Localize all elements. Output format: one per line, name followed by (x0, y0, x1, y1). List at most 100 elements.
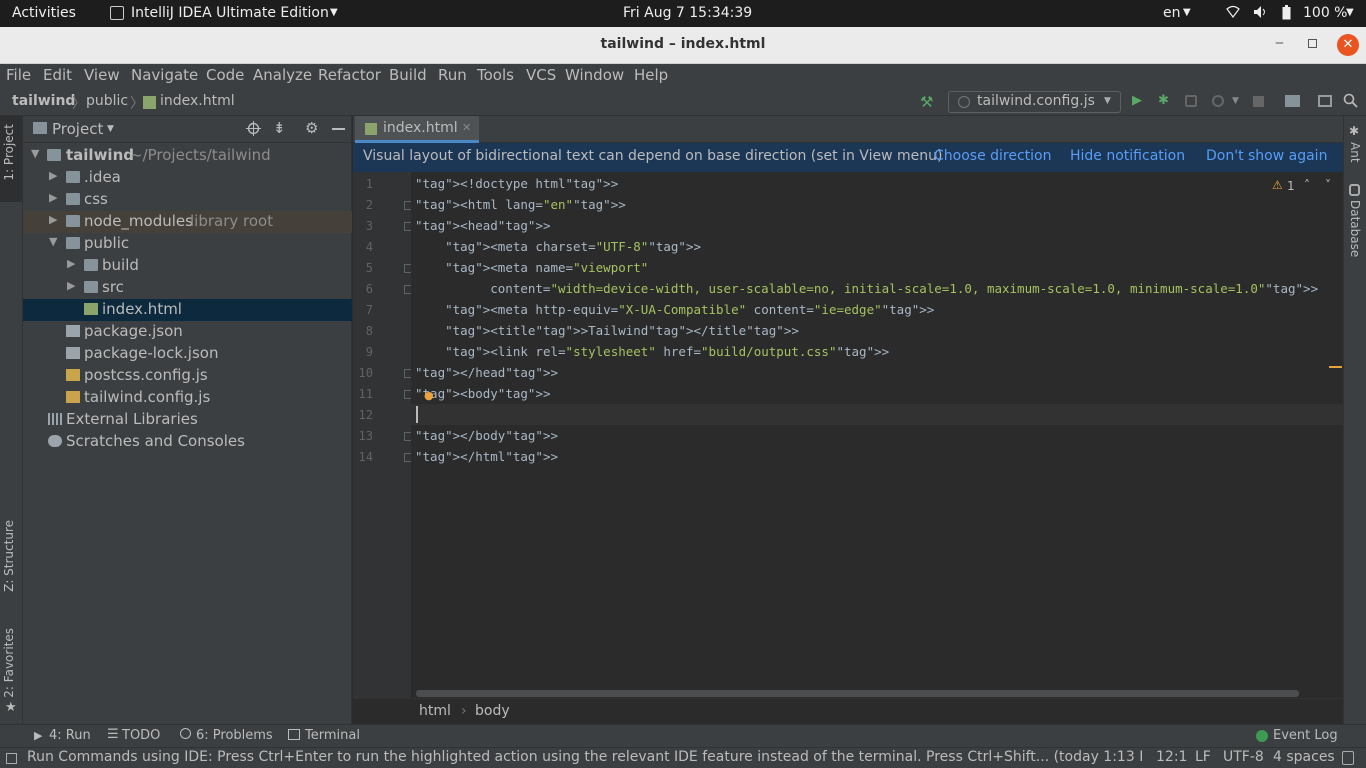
gear-icon[interactable]: ⚙ (305, 119, 318, 137)
dont-show-again-link[interactable]: Don't show again (1206, 148, 1327, 164)
choose-direction-link[interactable]: Choose direction (934, 148, 1052, 164)
project-panel-title[interactable]: Project (52, 120, 103, 138)
line-number: 14 (358, 450, 373, 464)
close-tab-icon[interactable]: ✕ (462, 121, 471, 134)
terminal-tool-button[interactable]: Terminal (305, 728, 360, 743)
locate-icon[interactable] (246, 121, 261, 136)
menu-build[interactable]: Build (389, 66, 427, 84)
language-indicator[interactable]: en (1163, 5, 1181, 21)
menu-refactor[interactable]: Refactor (318, 66, 381, 84)
stop-icon[interactable] (1253, 96, 1264, 107)
menu-navigate[interactable]: Navigate (131, 66, 198, 84)
run-icon[interactable]: ▶ (1132, 93, 1142, 108)
ant-tool-tab[interactable]: Ant (1348, 142, 1362, 163)
crumb-body[interactable]: body (475, 703, 510, 719)
tree-item-package-lock-json[interactable]: package-lock.json (23, 343, 352, 365)
battery-icon[interactable] (1282, 5, 1291, 20)
minimize-icon[interactable]: ‒ (1275, 35, 1284, 51)
chevron-down-icon[interactable]: ▼ (330, 7, 338, 18)
tab-index-html[interactable]: index.html ✕ (355, 116, 479, 143)
profile-icon[interactable] (1212, 95, 1224, 107)
line-separator[interactable]: LF (1195, 749, 1211, 765)
tree-item-idea[interactable]: ▶ .idea (23, 167, 352, 189)
status-message[interactable]: Run Commands using IDE: Press Ctrl+Enter… (27, 749, 1142, 765)
module-folder-icon (47, 149, 61, 161)
network-icon[interactable] (1226, 5, 1240, 19)
menu-window[interactable]: Window (565, 66, 624, 84)
close-icon[interactable]: ✕ (1337, 34, 1359, 56)
tree-item-scratches[interactable]: Scratches and Consoles (23, 431, 352, 453)
breadcrumb-folder[interactable]: public (86, 93, 128, 109)
battery-percent[interactable]: 100 % (1303, 5, 1347, 21)
project-tool-tab[interactable]: 1: Project (0, 116, 22, 202)
volume-icon[interactable] (1253, 5, 1269, 19)
menu-vcs[interactable]: VCS (526, 66, 556, 84)
indent-setting[interactable]: 4 spaces (1273, 749, 1335, 765)
menu-view[interactable]: View (84, 66, 120, 84)
previous-highlight-icon[interactable]: ˄ (1304, 178, 1310, 192)
tree-item-external-libraries[interactable]: External Libraries (23, 409, 352, 431)
database-tool-tab[interactable]: Database (1348, 200, 1362, 257)
tree-item-label: index.html (102, 300, 182, 318)
problems-tool-button[interactable]: 6: Problems (196, 728, 273, 743)
panel-toggle-icon[interactable] (6, 753, 17, 764)
clock[interactable]: Fri Aug 7 15:34:39 (623, 5, 752, 21)
editor-gutter: 1 2 3 4 5 6 7 8 9 10 11 12 13 14 (353, 172, 413, 698)
breadcrumb-project[interactable]: tailwind (12, 93, 75, 109)
tree-item-package-json[interactable]: package.json (23, 321, 352, 343)
project-structure-icon[interactable] (1285, 95, 1300, 107)
menu-run[interactable]: Run (438, 66, 467, 84)
tree-item-build[interactable]: ▶ build (23, 255, 352, 277)
event-log-button[interactable]: Event Log (1273, 728, 1338, 743)
hide-notification-link[interactable]: Hide notification (1070, 148, 1185, 164)
tree-item-tailwind-config[interactable]: tailwind.config.js (23, 387, 352, 409)
run-configuration-select[interactable]: tailwind.config.js ▼ (948, 91, 1121, 113)
build-hammer-icon[interactable]: ⚒ (920, 93, 933, 111)
maximize-icon[interactable] (1308, 39, 1317, 48)
file-encoding[interactable]: UTF-8 (1223, 749, 1264, 765)
hide-icon[interactable] (332, 128, 345, 130)
menu-tools[interactable]: Tools (477, 66, 514, 84)
menu-code[interactable]: Code (206, 66, 244, 84)
tree-item-css[interactable]: ▶ css (23, 189, 352, 211)
favorites-tool-tab[interactable]: 2: Favorites (2, 628, 16, 698)
tree-item-path: ~/Projects/tailwind (130, 146, 271, 164)
tree-item-postcss-config[interactable]: postcss.config.js (23, 365, 352, 387)
warning-stripe-marker[interactable] (1329, 366, 1342, 368)
chevron-down-icon[interactable]: ▼ (107, 124, 114, 134)
tree-item-node-modules[interactable]: ▶ node_modules library root (23, 211, 352, 233)
next-highlight-icon[interactable]: ˅ (1325, 178, 1331, 192)
todo-list-icon: ☰ (107, 727, 119, 742)
tree-item-public[interactable]: ▼ public (23, 233, 352, 255)
run-tool-icon: ▶ (34, 729, 43, 742)
run-tool-button[interactable]: 4: Run (49, 728, 91, 743)
todo-tool-button[interactable]: TODO (122, 728, 160, 743)
tree-item-index-html[interactable]: index.html (23, 299, 352, 321)
horizontal-scrollbar[interactable] (416, 690, 1299, 697)
tree-item-tailwind[interactable]: ▼ tailwind ~/Projects/tailwind (23, 145, 352, 167)
activities-button[interactable]: Activities (12, 5, 76, 21)
breadcrumb-file[interactable]: index.html (160, 93, 235, 109)
menu-help[interactable]: Help (634, 66, 668, 84)
code-editor[interactable]: "tag"><!doctype html"tag">> "tag"><html … (411, 172, 1343, 698)
caret-position[interactable]: 12:1 (1156, 749, 1187, 765)
menu-edit[interactable]: Edit (43, 66, 72, 84)
menu-file[interactable]: File (6, 66, 31, 84)
structure-tool-tab[interactable]: Z: Structure (2, 520, 16, 592)
tree-item-src[interactable]: ▶ src (23, 277, 352, 299)
lightbulb-icon[interactable]: ● (424, 389, 434, 402)
lock-icon[interactable] (1342, 751, 1354, 765)
chevron-down-icon[interactable]: ▼ (1346, 7, 1354, 18)
chevron-down-icon[interactable]: ▼ (1183, 7, 1191, 18)
debug-icon[interactable]: ✱ (1158, 93, 1169, 108)
crumb-html[interactable]: html (419, 703, 451, 719)
coverage-icon[interactable] (1185, 95, 1197, 107)
chevron-down-icon[interactable]: ▼ (1232, 96, 1239, 106)
search-icon[interactable] (1343, 93, 1358, 108)
html-file-icon (143, 96, 156, 109)
layout-icon[interactable] (1318, 95, 1332, 107)
app-menu[interactable]: IntelliJ IDEA Ultimate Edition (131, 5, 329, 21)
warning-icon[interactable]: ⚠ (1272, 178, 1283, 192)
collapse-all-icon[interactable]: ⇟ (273, 119, 286, 137)
menu-analyze[interactable]: Analyze (253, 66, 312, 84)
